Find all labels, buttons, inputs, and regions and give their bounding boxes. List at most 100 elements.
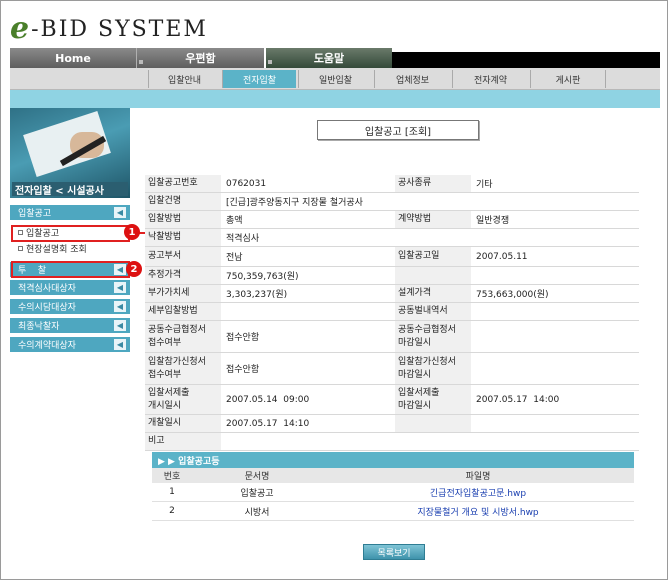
value-estimated-price: 750,359,763(원) xyxy=(226,272,299,282)
form-row: 공동수급협정서 접수여부 접수안함 공동수급협정서 마감일시 xyxy=(145,321,639,353)
tab-mailbox[interactable]: 우편함 xyxy=(136,48,264,68)
label-notice-number: 입찰공고번호 xyxy=(145,175,221,192)
label-notice-date: 입찰공고일 xyxy=(395,247,471,266)
left-menu-private-contract[interactable]: 수의계약대상자 ◀ xyxy=(10,337,130,353)
value-submission-deadline: 2007.05.17 14:00 xyxy=(476,394,560,405)
label-opening-datetime: 개찰일시 xyxy=(145,415,221,432)
label-participation-received: 입찰참가신청서 접수여부 xyxy=(145,353,221,384)
logo[interactable]: e -BID SYSTEM xyxy=(10,12,208,46)
label-participation-deadline: 입찰참가신청서 마감일시 xyxy=(395,353,471,384)
value-notice-date: 2007.05.11 xyxy=(476,251,528,262)
left-banner: 전자입찰 < 시설공사 xyxy=(10,108,130,198)
form-row: 입찰방법 총액 계약방법 일반경쟁 xyxy=(145,211,639,229)
logo-text: -BID SYSTEM xyxy=(31,16,208,42)
cell-document-name: 시방서 xyxy=(244,507,270,518)
label-empty xyxy=(395,267,471,284)
value-submission-start: 2007.05.14 09:00 xyxy=(226,394,310,405)
value-design-price: 753,663,000(원) xyxy=(476,290,549,300)
form-row: 부가가치세 3,303,237(원) 설계가격 753,663,000(원) xyxy=(145,285,639,303)
label-design-price: 설계가격 xyxy=(395,285,471,302)
logo-e: e xyxy=(10,11,30,46)
bullet-icon xyxy=(18,246,23,251)
value-contract-method: 일반경쟁 xyxy=(476,216,510,226)
value-vat: 3,303,237(원) xyxy=(226,290,288,300)
sub-menu: 입찰안내 전자입찰 일반입찰 업체정보 전자계약 게시판 xyxy=(10,68,660,90)
arrow-left-icon: ◀ xyxy=(114,207,126,218)
attachments-table: ▶ ▶ 입찰공고등 번호 문서명 파일명 1 입찰공고 긴급전자입찰공고문.hw… xyxy=(152,452,634,521)
form-row: 공고부서 전남 입찰공고일 2007.05.11 xyxy=(145,247,639,267)
value-remarks xyxy=(221,433,639,450)
label-empty xyxy=(395,415,471,432)
form-row: 입찰참가신청서 접수여부 접수안함 입찰참가신청서 마감일시 xyxy=(145,353,639,385)
form-row: 입찰건명 [긴급]광주양동지구 지장물 철거공사 xyxy=(145,193,639,211)
file-link[interactable]: 지장물철거 개요 및 시방서.hwp xyxy=(322,502,634,520)
table-row: 1 입찰공고 긴급전자입찰공고문.hwp xyxy=(152,483,634,502)
left-menu-label: 수의시담대상자 xyxy=(18,303,76,313)
list-button[interactable]: 목록보기 xyxy=(363,544,425,560)
tab-home[interactable]: Home xyxy=(10,48,136,68)
submenu-e-bid[interactable]: 전자입찰 xyxy=(222,70,296,88)
form-row: 개찰일시 2007.05.17 14:10 xyxy=(145,415,639,433)
label-bid-method: 입찰방법 xyxy=(145,211,221,228)
callout-1: 1 xyxy=(124,224,140,240)
submenu-general-bid[interactable]: 일반입찰 xyxy=(298,70,372,88)
tab-mailbox-label: 우편함 xyxy=(185,52,216,65)
left-menu-negotiation[interactable]: 수의시담대상자 ◀ xyxy=(10,299,130,315)
submenu-board[interactable]: 게시판 xyxy=(530,70,606,88)
form-row: 추정가격 750,359,763(원) xyxy=(145,267,639,285)
table-row: 2 시방서 지장물철거 개요 및 시방서.hwp xyxy=(152,502,634,521)
left-sub-site-briefing[interactable]: 현장설명회 조회 xyxy=(10,241,130,256)
value-work-type: 기타 xyxy=(476,180,493,190)
banner-title: 전자입찰 < 시설공사 xyxy=(12,182,128,197)
left-menu-label: 입찰공고 xyxy=(18,209,52,219)
value-department: 전남 xyxy=(226,253,243,263)
label-joint-agreement-deadline: 공동수급협정서 마감일시 xyxy=(395,321,471,352)
left-menu-label: 수의계약대상자 xyxy=(18,341,76,351)
label-award-method: 낙찰방법 xyxy=(145,229,221,246)
left-menu-final-winner[interactable]: 최종낙찰자 ◀ xyxy=(10,318,130,334)
arrow-left-icon: ◀ xyxy=(114,320,126,331)
value-joint-breakdown xyxy=(471,303,639,320)
value-participation-deadline xyxy=(471,353,639,384)
arrow-left-icon: ◀ xyxy=(114,282,126,293)
value-detail-bid-method xyxy=(221,303,393,320)
submenu-e-contract[interactable]: 전자계약 xyxy=(452,70,528,88)
cell-number: 2 xyxy=(169,506,175,516)
value-notice-number: 0762031 xyxy=(226,178,267,189)
arrow-left-icon: ◀ xyxy=(114,339,126,350)
form-row: 입찰서제출 개시일시 2007.05.14 09:00 입찰서제출 마감일시 2… xyxy=(145,385,639,415)
left-menu-qualification[interactable]: 적격심사대상자 ◀ xyxy=(10,280,130,296)
submenu-company-info[interactable]: 업체정보 xyxy=(374,70,450,88)
label-bid-title: 입찰건명 xyxy=(145,193,221,210)
label-joint-breakdown: 공동벌내역서 xyxy=(395,303,471,320)
arrow-left-icon: ◀ xyxy=(114,301,126,312)
value-participation-received: 접수안함 xyxy=(226,365,260,375)
top-nav: Home 우편함 도움말 xyxy=(10,48,660,68)
label-department: 공고부서 xyxy=(145,247,221,266)
form-row: 낙찰방법 적격심사 xyxy=(145,229,639,247)
submenu-bid-guide[interactable]: 입찰안내 xyxy=(148,70,220,88)
value-bid-title: [긴급]광주양동지구 지장물 철거공사 xyxy=(226,198,363,208)
tab-help[interactable]: 도움말 xyxy=(266,48,392,68)
left-menu-label: 최종낙찰자 xyxy=(18,322,60,332)
value-joint-agreement-received: 접수안함 xyxy=(226,333,260,343)
label-submission-deadline: 입찰서제출 마감일시 xyxy=(395,385,471,414)
tab-marker-icon xyxy=(268,60,272,64)
cyan-band xyxy=(10,90,660,108)
left-sub-label: 현장설명회 조회 xyxy=(26,245,87,255)
cell-document-name: 입찰공고 xyxy=(240,488,274,499)
label-contract-method: 계약방법 xyxy=(395,211,471,228)
attachments-columns: 번호 문서명 파일명 xyxy=(152,468,634,483)
file-link[interactable]: 긴급전자입찰공고문.hwp xyxy=(322,483,634,501)
page-title: 입찰공고 [조회] xyxy=(317,120,479,140)
value-joint-agreement-deadline xyxy=(471,321,639,352)
form-row: 입찰공고번호 0762031 공사종류 기타 xyxy=(145,175,639,193)
cell-number: 1 xyxy=(169,487,175,497)
col-number: 번호 xyxy=(163,472,181,482)
value-opening-datetime: 2007.05.17 14:10 xyxy=(226,418,310,429)
callout-2: 2 xyxy=(126,261,142,277)
tab-home-label: Home xyxy=(55,51,91,65)
value-bid-method: 총액 xyxy=(226,216,243,226)
left-menu-bid-notice[interactable]: 입찰공고 ◀ xyxy=(10,205,130,221)
label-estimated-price: 추정가격 xyxy=(145,267,221,284)
